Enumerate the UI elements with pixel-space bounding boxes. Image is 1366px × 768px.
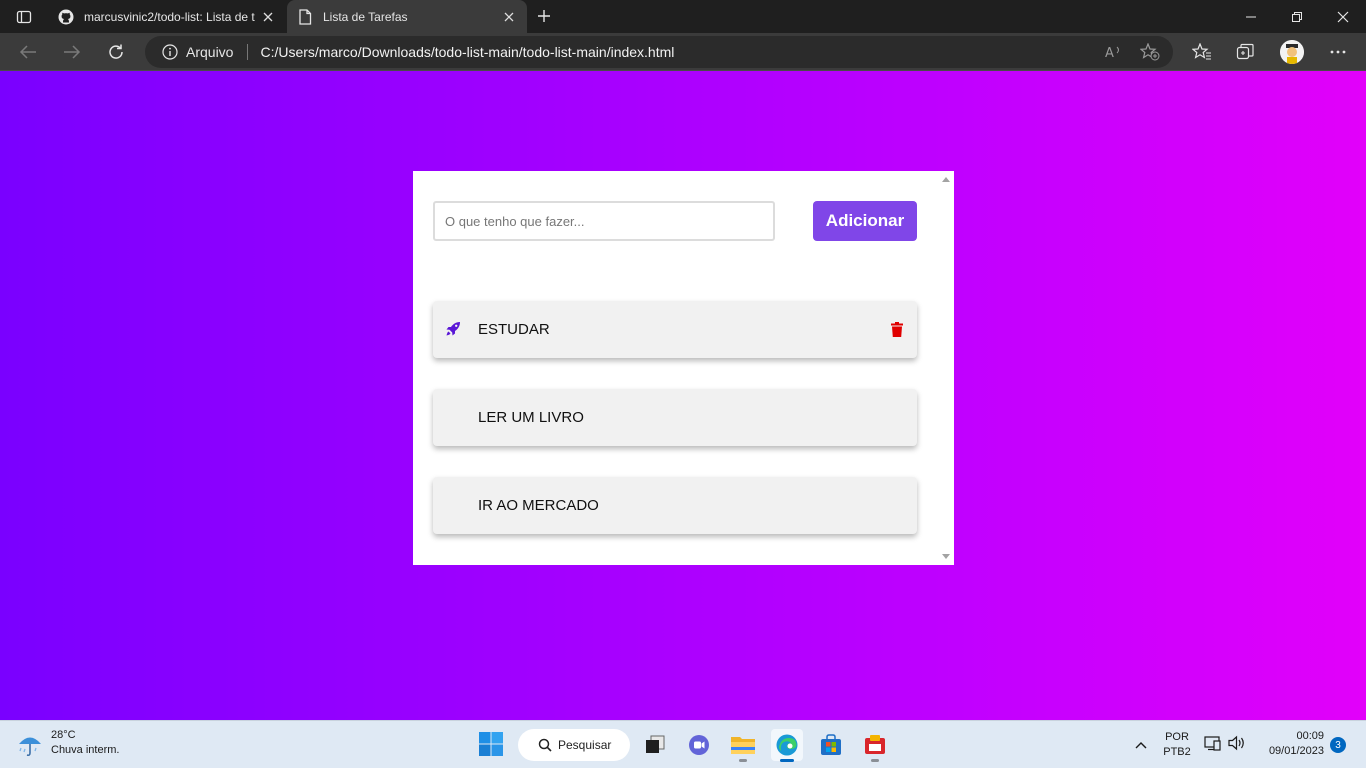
scroll-down-icon[interactable] (942, 554, 950, 559)
browser-tab-bar: marcusvinic2/todo-list: Lista de t Lista… (0, 0, 1366, 33)
scroll-up-icon[interactable] (942, 177, 950, 182)
task-view-icon[interactable] (639, 729, 671, 761)
page-icon (297, 8, 313, 25)
address-divider (247, 44, 249, 60)
close-tab-icon[interactable] (256, 5, 280, 29)
teams-chat-icon[interactable] (683, 729, 715, 761)
chevron-up-icon[interactable] (1133, 737, 1149, 753)
task-label: ESTUDAR (478, 321, 550, 338)
search-icon (538, 738, 552, 752)
task-item[interactable]: ESTUDAR (433, 301, 917, 358)
notification-badge[interactable]: 3 (1330, 737, 1346, 753)
system-tray[interactable] (1204, 735, 1246, 751)
minimize-icon[interactable] (1228, 0, 1274, 33)
running-indicator (871, 759, 879, 762)
running-indicator (739, 759, 747, 762)
avatar[interactable] (1280, 40, 1304, 64)
microsoft-store-icon[interactable] (815, 729, 847, 761)
weather-temperature: 28°C (51, 729, 76, 741)
add-favorite-icon[interactable] (1139, 42, 1161, 62)
volume-icon[interactable] (1228, 735, 1246, 751)
language-line1: POR (1165, 731, 1189, 743)
app-icon[interactable] (859, 729, 891, 762)
task-label: LER UM LIVRO (478, 409, 584, 426)
trash-icon[interactable] (891, 322, 903, 337)
browser-toolbar: Arquivo C:/Users/marco/Downloads/todo-li… (0, 33, 1366, 71)
rocket-icon (446, 322, 460, 336)
todo-card: Adicionar ESTUDAR LER UM LIVRO IR AO MER… (413, 171, 954, 565)
close-tab-icon[interactable] (497, 5, 521, 29)
task-item[interactable]: LER UM LIVRO (433, 389, 917, 446)
rain-umbrella-icon (19, 737, 41, 757)
taskbar-search[interactable]: Pesquisar (518, 729, 630, 761)
task-input[interactable] (433, 201, 775, 241)
network-icon[interactable] (1204, 735, 1222, 751)
more-options-icon[interactable] (1324, 38, 1352, 66)
restore-icon[interactable] (1274, 0, 1320, 33)
page-viewport: Adicionar ESTUDAR LER UM LIVRO IR AO MER… (0, 71, 1366, 720)
weather-widget[interactable]: 28°C Chuva interm. (16, 728, 119, 759)
search-label: Pesquisar (558, 738, 612, 752)
address-bar[interactable]: Arquivo C:/Users/marco/Downloads/todo-li… (145, 36, 1173, 68)
windows-start-icon[interactable] (478, 731, 504, 757)
task-label: IR AO MERCADO (478, 497, 599, 514)
windows-taskbar: 28°C Chuva interm. Pesquisar POR PTB2 00… (0, 720, 1366, 768)
clock[interactable]: 00:09 09/01/2023 (1256, 729, 1324, 759)
clock-date: 09/01/2023 (1268, 745, 1324, 757)
tab-lista-de-tarefas[interactable]: Lista de Tarefas (287, 0, 527, 33)
github-icon (58, 9, 74, 25)
url-text[interactable]: C:/Users/marco/Downloads/todo-list-main/… (260, 44, 674, 60)
weather-description: Chuva interm. (51, 744, 120, 756)
card-scrollbar[interactable] (938, 171, 954, 565)
site-info-label[interactable]: Arquivo (186, 44, 233, 60)
add-task-button[interactable]: Adicionar (813, 201, 917, 241)
tab-github[interactable]: marcusvinic2/todo-list: Lista de t (48, 0, 286, 33)
input-language[interactable]: POR PTB2 (1160, 730, 1194, 760)
tab-title: marcusvinic2/todo-list: Lista de t (84, 9, 255, 24)
file-explorer-icon[interactable] (727, 729, 759, 762)
forward-icon[interactable] (57, 37, 87, 67)
refresh-icon[interactable] (101, 37, 131, 67)
active-indicator (780, 759, 794, 762)
collections-icon[interactable] (1232, 38, 1260, 66)
svg-text:A: A (1105, 46, 1114, 59)
clock-time: 00:09 (1296, 730, 1324, 742)
back-icon[interactable] (13, 37, 43, 67)
new-tab-icon[interactable] (531, 4, 557, 28)
language-line2: PTB2 (1163, 746, 1191, 758)
info-icon[interactable] (162, 44, 178, 60)
tab-actions-icon[interactable] (10, 6, 38, 28)
edge-browser-icon[interactable] (771, 729, 803, 762)
tab-title: Lista de Tarefas (323, 9, 408, 24)
favorites-icon[interactable] (1188, 38, 1216, 66)
task-item[interactable]: IR AO MERCADO (433, 477, 917, 534)
read-aloud-icon[interactable]: A (1103, 42, 1125, 62)
close-window-icon[interactable] (1320, 0, 1366, 33)
